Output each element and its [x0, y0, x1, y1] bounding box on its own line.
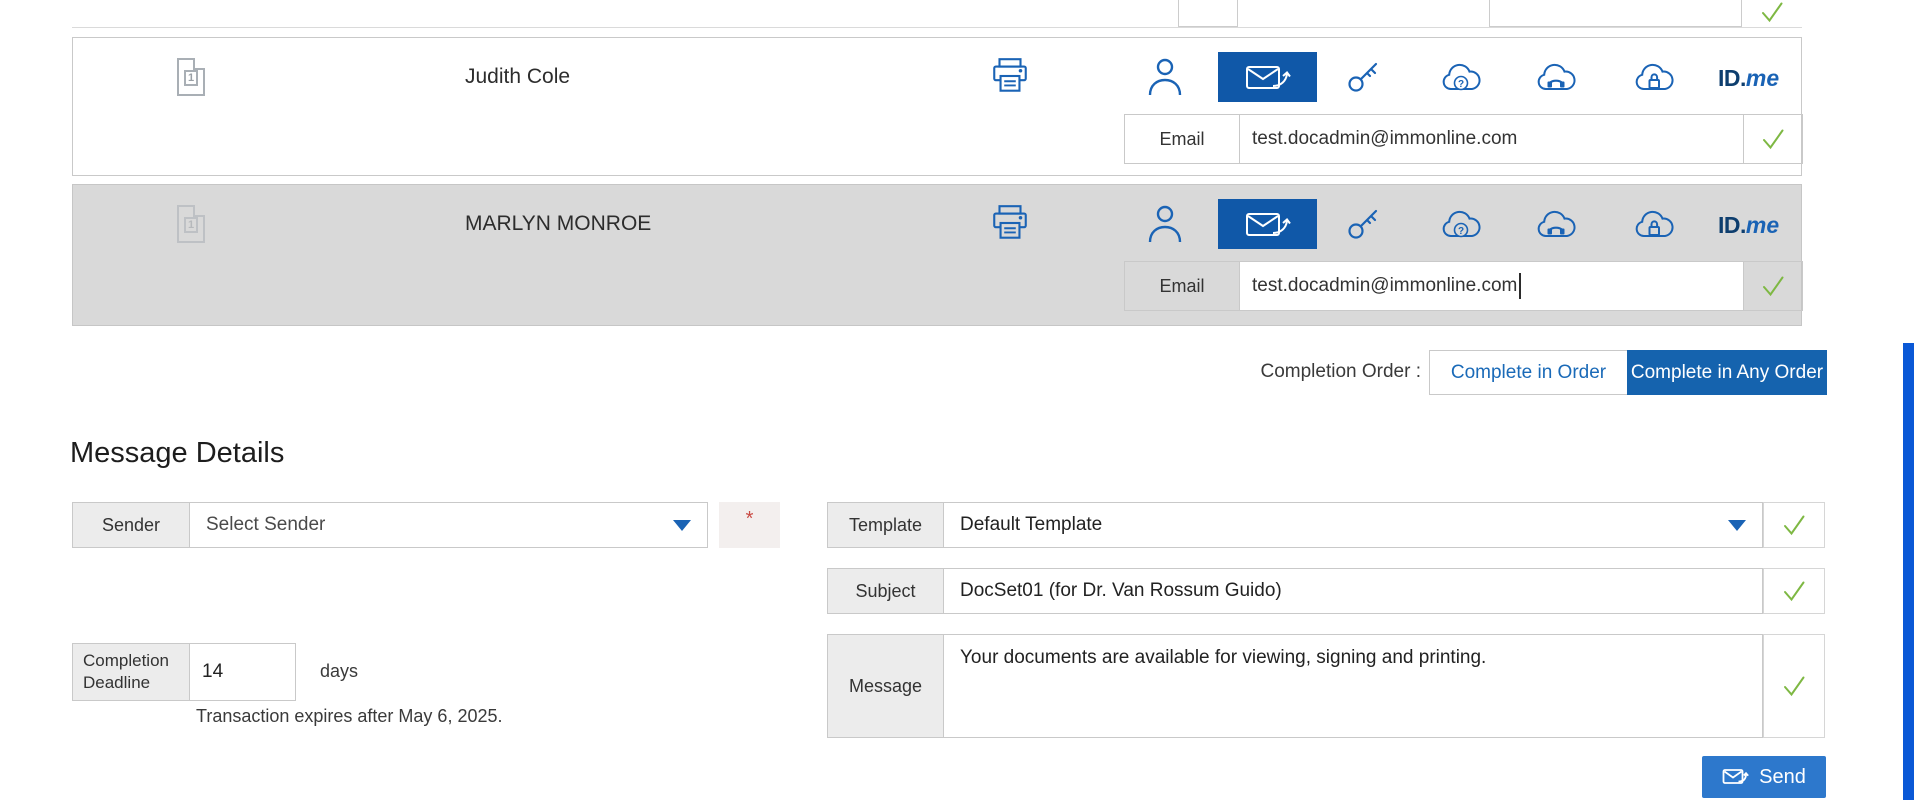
template-select-value: Default Template — [960, 514, 1102, 536]
recipient-row: 1 Judith Cole — [72, 37, 1802, 176]
idme-logo[interactable]: ID.me — [1718, 212, 1808, 239]
document-count-icon: 1 — [177, 58, 209, 100]
delivery-method-label: Email — [1124, 261, 1240, 311]
send-button-label: Send — [1759, 766, 1806, 789]
email-input[interactable]: test.docadmin@immonline.com — [1239, 261, 1744, 311]
printer-icon[interactable] — [989, 203, 1031, 243]
svg-text:?: ? — [1458, 226, 1464, 237]
recipient-name: Judith Cole — [465, 65, 570, 89]
message-label: Message — [827, 634, 944, 738]
idme-logo[interactable]: ID.me — [1718, 65, 1808, 92]
recipient-name: MARLYN MONROE — [465, 212, 651, 236]
security-question-cloud-icon[interactable]: ? — [1439, 63, 1483, 95]
subject-input[interactable] — [943, 568, 1763, 614]
send-button[interactable]: Send — [1702, 756, 1826, 798]
document-count-badge: 1 — [184, 217, 198, 233]
printer-icon[interactable] — [989, 56, 1031, 96]
idme-logo-me: me — [1746, 65, 1779, 91]
id-verification-cloud-icon[interactable] — [1632, 63, 1676, 95]
idme-logo-id: ID. — [1718, 65, 1746, 91]
email-input[interactable] — [1239, 114, 1744, 164]
document-count-badge: 1 — [184, 70, 198, 86]
send-envelope-icon — [1722, 768, 1750, 786]
message-textarea[interactable]: Your documents are available for viewing… — [943, 634, 1763, 738]
scrollbar[interactable] — [1903, 343, 1914, 800]
required-asterisk: * — [746, 514, 754, 524]
check-icon — [1763, 568, 1825, 614]
partial-recipient-row — [72, 0, 1802, 28]
check-icon — [1763, 634, 1825, 738]
chevron-down-icon — [673, 520, 691, 531]
text-caret — [1519, 273, 1521, 299]
completion-deadline-label: Completion Deadline — [72, 643, 190, 701]
complete-in-any-order-button[interactable]: Complete in Any Order — [1627, 350, 1827, 395]
svg-text:?: ? — [1458, 79, 1464, 90]
chevron-down-icon — [1728, 520, 1746, 531]
transaction-expiry-note: Transaction expires after May 6, 2025. — [196, 706, 502, 727]
email-delivery-icon[interactable] — [1218, 199, 1317, 249]
security-question-cloud-icon[interactable]: ? — [1439, 210, 1483, 242]
email-input-value: test.docadmin@immonline.com — [1252, 275, 1517, 297]
person-icon[interactable] — [1145, 202, 1185, 246]
template-label: Template — [827, 502, 944, 548]
document-count-icon: 1 — [177, 205, 209, 247]
template-select[interactable]: Default Template — [943, 502, 1763, 548]
phone-auth-cloud-icon[interactable] — [1534, 210, 1578, 242]
sender-select[interactable]: Select Sender — [189, 502, 708, 548]
complete-in-order-button[interactable]: Complete in Order — [1429, 350, 1628, 395]
message-details-heading: Message Details — [70, 437, 284, 470]
sender-label: Sender — [72, 502, 190, 548]
cutoff-cell-fragment — [1178, 0, 1238, 27]
document-page-icon: 1 — [177, 205, 205, 243]
sender-required-indicator: * — [719, 502, 780, 548]
phone-auth-cloud-icon[interactable] — [1534, 63, 1578, 95]
completion-deadline-input[interactable] — [189, 643, 296, 701]
id-verification-cloud-icon[interactable] — [1632, 210, 1676, 242]
document-page-icon: 1 — [177, 58, 205, 96]
send-documents-page: 1 Judith Cole — [0, 0, 1920, 800]
delivery-method-label: Email — [1124, 114, 1240, 164]
email-delivery-icon[interactable] — [1218, 52, 1317, 102]
person-icon[interactable] — [1145, 55, 1185, 99]
sender-select-placeholder: Select Sender — [206, 514, 325, 536]
completion-order-label: Completion Order : — [1121, 361, 1421, 383]
deadline-unit-label: days — [320, 661, 358, 682]
access-code-key-icon[interactable] — [1344, 204, 1384, 244]
check-icon — [1763, 502, 1825, 548]
idme-logo-me: me — [1746, 212, 1779, 238]
idme-logo-id: ID. — [1718, 212, 1746, 238]
check-icon — [1743, 261, 1803, 311]
check-icon — [1743, 114, 1803, 164]
access-code-key-icon[interactable] — [1344, 57, 1384, 97]
cutoff-email-input-fragment[interactable] — [1489, 0, 1742, 27]
recipient-row-selected: 1 MARLYN MONROE — [72, 184, 1802, 326]
check-icon — [1742, 1, 1802, 27]
subject-label: Subject — [827, 568, 944, 614]
